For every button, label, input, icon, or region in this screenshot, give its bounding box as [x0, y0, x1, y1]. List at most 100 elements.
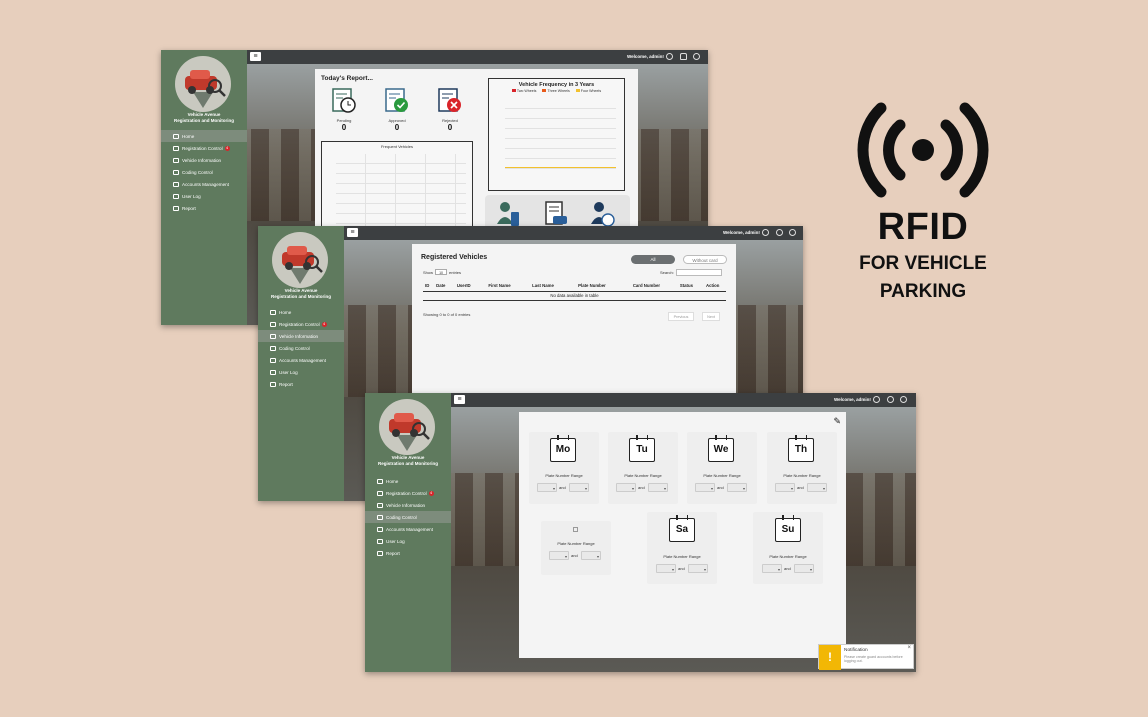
notification-toast[interactable]: ! Notification Please create guard accou… [818, 644, 914, 670]
vehicle-document-icon[interactable] [543, 200, 569, 228]
plate-range-from-select[interactable] [775, 483, 795, 493]
rfid-title: RFID [877, 206, 969, 248]
plate-range-to-select[interactable] [688, 564, 708, 574]
plate-range-to-select[interactable] [569, 483, 589, 493]
plate-range-to-select[interactable] [581, 551, 601, 561]
day-card-wednesday: We Plate Number Range and [687, 432, 757, 504]
plate-range-label: Plate Number Range [624, 473, 662, 478]
sidebar-item-report[interactable]: Report [161, 202, 247, 214]
settings-icon[interactable] [693, 53, 700, 60]
user-icon[interactable] [873, 396, 880, 403]
sidebar-item-home[interactable]: Home [161, 130, 247, 142]
column-header[interactable]: First Name [477, 281, 521, 291]
settings-icon[interactable] [789, 229, 796, 236]
bell-icon[interactable] [680, 53, 687, 60]
plate-range-from-select[interactable] [762, 564, 782, 574]
sidebar-item-coding-control[interactable]: Coding Control [161, 166, 247, 178]
notification-badge: 4 [321, 321, 327, 327]
sidebar-item-label: Vehicle Information [386, 502, 426, 508]
filter-without-card-button[interactable]: Without card [683, 255, 727, 264]
column-header[interactable]: Plate Number [565, 281, 620, 291]
home-icon [377, 478, 383, 484]
sidebar-item-label: User Log [386, 538, 405, 544]
sidebar-item-accounts-management[interactable]: Accounts Management [258, 354, 344, 366]
sidebar-item-coding-control[interactable]: Coding Control [365, 511, 451, 523]
and-label: and [797, 485, 804, 490]
sidebar-item-accounts-management[interactable]: Accounts Management [365, 523, 451, 535]
column-header[interactable]: Action [699, 281, 726, 291]
filter-all-button[interactable]: All [631, 255, 675, 264]
table-info: Showing 0 to 0 of 0 entries [423, 312, 471, 317]
sidebar-item-vehicle-information[interactable]: Vehicle Information [365, 499, 451, 511]
edit-pencil-icon[interactable]: ✎ [833, 416, 841, 427]
sidebar-item-registration-control[interactable]: Registration Control 4 [258, 318, 344, 330]
car-icon [270, 333, 276, 339]
search-input[interactable] [675, 269, 722, 276]
legend-two-wheels: Two Wheels [511, 89, 536, 93]
calendar-icon: Tu [629, 435, 655, 462]
stat-rejected-value: 0 [447, 123, 453, 132]
sidebar-item-home[interactable]: Home [365, 475, 451, 487]
column-header[interactable]: Last Name [522, 281, 565, 291]
plate-range-to-select[interactable] [807, 483, 827, 493]
plate-range-from-select[interactable] [695, 483, 715, 493]
welcome-text: Welcome, admin! [834, 397, 871, 402]
user-globe-icon[interactable] [589, 200, 615, 228]
plate-range-to-select[interactable] [727, 483, 747, 493]
sidebar-item-registration-control[interactable]: Registration Control 4 [365, 487, 451, 499]
table-header-row: ID Date UserID First Name Last Name Plat… [423, 281, 726, 291]
settings-icon[interactable] [900, 396, 907, 403]
sidebar-item-label: Accounts Management [182, 181, 229, 187]
and-label: and [717, 485, 724, 490]
sidebar-item-user-log[interactable]: User Log [258, 366, 344, 378]
plate-range-from-select[interactable] [537, 483, 557, 493]
menu-toggle-button[interactable]: ≡ [454, 395, 465, 404]
column-header[interactable]: Card Number [619, 281, 673, 291]
sidebar-item-home[interactable]: Home [258, 306, 344, 318]
user-icon[interactable] [762, 229, 769, 236]
user-icon[interactable] [666, 53, 673, 60]
legend-four-wheels: Four Wheels [575, 89, 601, 93]
plate-range-to-select[interactable] [794, 564, 814, 574]
sidebar-item-vehicle-information[interactable]: Vehicle Information [161, 154, 247, 166]
plate-range-from-select[interactable] [616, 483, 636, 493]
sidebar-item-label: Coding Control [279, 345, 310, 351]
entries-select[interactable]: 10 [435, 269, 448, 275]
notification-close-button[interactable]: × [907, 645, 911, 651]
bell-icon[interactable] [776, 229, 783, 236]
plate-range-label: Plate Number Range [703, 473, 741, 478]
column-header[interactable]: Status [673, 281, 699, 291]
clipboard-icon [377, 490, 383, 496]
stat-rejected[interactable]: Rejected 0 [435, 87, 465, 132]
car-magnifier-logo-icon [282, 246, 323, 284]
bell-icon[interactable] [887, 396, 894, 403]
column-header[interactable]: UserID [450, 281, 477, 291]
sidebar-item-user-log[interactable]: User Log [365, 535, 451, 547]
sidebar-item-user-log[interactable]: User Log [161, 190, 247, 202]
broken-image-icon [573, 527, 578, 532]
stat-pending[interactable]: Pending 0 [329, 87, 359, 132]
menu-toggle-button[interactable]: ≡ [250, 52, 261, 61]
user-log-icon [270, 369, 276, 375]
sidebar-item-report[interactable]: Report [258, 378, 344, 390]
plate-range-from-select[interactable] [549, 551, 569, 561]
sidebar-item-vehicle-information[interactable]: Vehicle Information [258, 330, 344, 342]
sidebar-item-report[interactable]: Report [365, 547, 451, 559]
previous-button[interactable]: Previous [668, 312, 694, 321]
stat-approved[interactable]: Approved 0 [382, 87, 412, 132]
next-button[interactable]: Next [702, 312, 720, 321]
column-header[interactable]: Date [432, 281, 450, 291]
sidebar-item-label: Report [279, 381, 293, 387]
sidebar-item-accounts-management[interactable]: Accounts Management [161, 178, 247, 190]
plate-range-from-select[interactable] [656, 564, 676, 574]
sidebar-item-registration-control[interactable]: Registration Control 4 [161, 142, 247, 154]
vehicle-frequency-title: Vehicle Frequency in 3 Years [518, 82, 595, 88]
menu-toggle-button[interactable]: ≡ [347, 228, 358, 237]
column-header[interactable]: ID [423, 281, 432, 291]
sidebar: Vehicle Avenue Registration and Monitori… [258, 226, 344, 501]
plate-range-to-select[interactable] [648, 483, 668, 493]
user-device-icon[interactable] [495, 200, 521, 228]
calendar-icon [377, 514, 383, 520]
sidebar-item-label: Report [386, 550, 400, 556]
sidebar-item-coding-control[interactable]: Coding Control [258, 342, 344, 354]
